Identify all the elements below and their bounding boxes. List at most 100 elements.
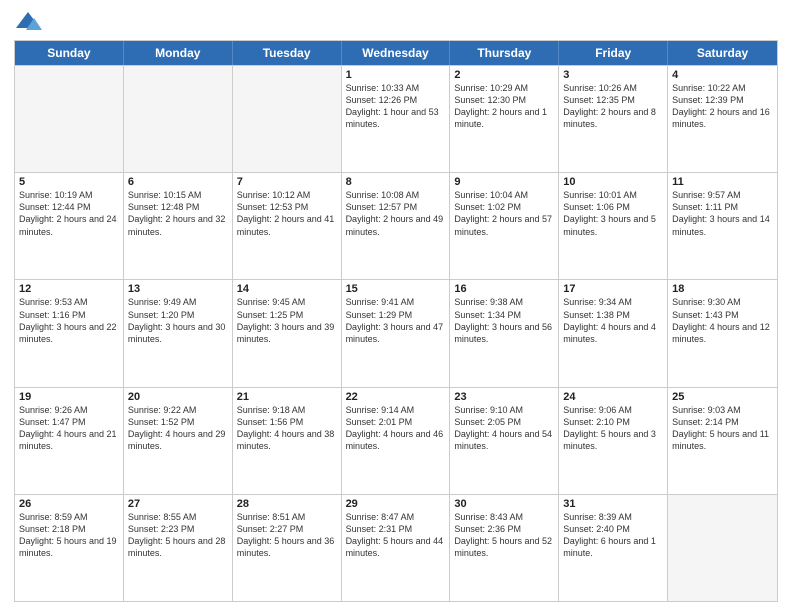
calendar-cell: 28Sunrise: 8:51 AM Sunset: 2:27 PM Dayli… — [233, 495, 342, 601]
calendar-cell: 31Sunrise: 8:39 AM Sunset: 2:40 PM Dayli… — [559, 495, 668, 601]
day-number: 12 — [19, 283, 119, 295]
day-number: 26 — [19, 498, 119, 510]
calendar-cell: 8Sunrise: 10:08 AM Sunset: 12:57 PM Dayl… — [342, 173, 451, 279]
day-info: Sunrise: 9:14 AM Sunset: 2:01 PM Dayligh… — [346, 404, 446, 453]
logo — [14, 10, 44, 32]
calendar-cell: 15Sunrise: 9:41 AM Sunset: 1:29 PM Dayli… — [342, 280, 451, 386]
day-number: 11 — [672, 176, 773, 188]
day-info: Sunrise: 9:34 AM Sunset: 1:38 PM Dayligh… — [563, 296, 663, 345]
day-info: Sunrise: 8:39 AM Sunset: 2:40 PM Dayligh… — [563, 511, 663, 560]
day-number: 16 — [454, 283, 554, 295]
day-info: Sunrise: 9:38 AM Sunset: 1:34 PM Dayligh… — [454, 296, 554, 345]
calendar-cell: 23Sunrise: 9:10 AM Sunset: 2:05 PM Dayli… — [450, 388, 559, 494]
calendar-cell: 21Sunrise: 9:18 AM Sunset: 1:56 PM Dayli… — [233, 388, 342, 494]
header — [14, 10, 778, 32]
calendar-cell: 13Sunrise: 9:49 AM Sunset: 1:20 PM Dayli… — [124, 280, 233, 386]
day-number: 6 — [128, 176, 228, 188]
day-number: 4 — [672, 69, 773, 81]
weekday-header: Friday — [559, 41, 668, 65]
day-number: 10 — [563, 176, 663, 188]
day-info: Sunrise: 9:57 AM Sunset: 1:11 PM Dayligh… — [672, 189, 773, 238]
calendar-cell: 1Sunrise: 10:33 AM Sunset: 12:26 PM Dayl… — [342, 66, 451, 172]
calendar-cell: 18Sunrise: 9:30 AM Sunset: 1:43 PM Dayli… — [668, 280, 777, 386]
day-info: Sunrise: 9:22 AM Sunset: 1:52 PM Dayligh… — [128, 404, 228, 453]
calendar-cell: 26Sunrise: 8:59 AM Sunset: 2:18 PM Dayli… — [15, 495, 124, 601]
calendar-cell — [15, 66, 124, 172]
day-info: Sunrise: 10:12 AM Sunset: 12:53 PM Dayli… — [237, 189, 337, 238]
day-info: Sunrise: 9:10 AM Sunset: 2:05 PM Dayligh… — [454, 404, 554, 453]
day-info: Sunrise: 10:33 AM Sunset: 12:26 PM Dayli… — [346, 82, 446, 131]
calendar-cell: 20Sunrise: 9:22 AM Sunset: 1:52 PM Dayli… — [124, 388, 233, 494]
calendar-row: 12Sunrise: 9:53 AM Sunset: 1:16 PM Dayli… — [15, 279, 777, 386]
calendar-cell: 6Sunrise: 10:15 AM Sunset: 12:48 PM Dayl… — [124, 173, 233, 279]
weekday-header: Tuesday — [233, 41, 342, 65]
day-number: 22 — [346, 391, 446, 403]
day-number: 18 — [672, 283, 773, 295]
day-number: 27 — [128, 498, 228, 510]
day-info: Sunrise: 9:41 AM Sunset: 1:29 PM Dayligh… — [346, 296, 446, 345]
day-number: 24 — [563, 391, 663, 403]
logo-icon — [14, 10, 42, 32]
weekday-header: Thursday — [450, 41, 559, 65]
day-number: 15 — [346, 283, 446, 295]
calendar-cell: 29Sunrise: 8:47 AM Sunset: 2:31 PM Dayli… — [342, 495, 451, 601]
calendar-cell: 19Sunrise: 9:26 AM Sunset: 1:47 PM Dayli… — [15, 388, 124, 494]
calendar-cell: 24Sunrise: 9:06 AM Sunset: 2:10 PM Dayli… — [559, 388, 668, 494]
day-info: Sunrise: 8:43 AM Sunset: 2:36 PM Dayligh… — [454, 511, 554, 560]
calendar-cell — [233, 66, 342, 172]
calendar-cell: 17Sunrise: 9:34 AM Sunset: 1:38 PM Dayli… — [559, 280, 668, 386]
calendar-cell: 12Sunrise: 9:53 AM Sunset: 1:16 PM Dayli… — [15, 280, 124, 386]
day-number: 8 — [346, 176, 446, 188]
calendar-row: 1Sunrise: 10:33 AM Sunset: 12:26 PM Dayl… — [15, 65, 777, 172]
day-number: 30 — [454, 498, 554, 510]
calendar-cell: 11Sunrise: 9:57 AM Sunset: 1:11 PM Dayli… — [668, 173, 777, 279]
day-number: 17 — [563, 283, 663, 295]
day-number: 13 — [128, 283, 228, 295]
day-info: Sunrise: 10:26 AM Sunset: 12:35 PM Dayli… — [563, 82, 663, 131]
day-number: 31 — [563, 498, 663, 510]
day-number: 29 — [346, 498, 446, 510]
day-info: Sunrise: 8:59 AM Sunset: 2:18 PM Dayligh… — [19, 511, 119, 560]
calendar-row: 26Sunrise: 8:59 AM Sunset: 2:18 PM Dayli… — [15, 494, 777, 601]
calendar-row: 5Sunrise: 10:19 AM Sunset: 12:44 PM Dayl… — [15, 172, 777, 279]
calendar-cell: 22Sunrise: 9:14 AM Sunset: 2:01 PM Dayli… — [342, 388, 451, 494]
weekday-header: Wednesday — [342, 41, 451, 65]
day-number: 19 — [19, 391, 119, 403]
day-info: Sunrise: 8:51 AM Sunset: 2:27 PM Dayligh… — [237, 511, 337, 560]
day-info: Sunrise: 8:55 AM Sunset: 2:23 PM Dayligh… — [128, 511, 228, 560]
weekday-header: Saturday — [668, 41, 777, 65]
day-info: Sunrise: 8:47 AM Sunset: 2:31 PM Dayligh… — [346, 511, 446, 560]
weekday-header: Sunday — [15, 41, 124, 65]
day-info: Sunrise: 9:06 AM Sunset: 2:10 PM Dayligh… — [563, 404, 663, 453]
day-info: Sunrise: 9:45 AM Sunset: 1:25 PM Dayligh… — [237, 296, 337, 345]
calendar-cell: 9Sunrise: 10:04 AM Sunset: 1:02 PM Dayli… — [450, 173, 559, 279]
calendar-cell: 25Sunrise: 9:03 AM Sunset: 2:14 PM Dayli… — [668, 388, 777, 494]
day-number: 2 — [454, 69, 554, 81]
day-info: Sunrise: 9:26 AM Sunset: 1:47 PM Dayligh… — [19, 404, 119, 453]
calendar-header: SundayMondayTuesdayWednesdayThursdayFrid… — [15, 41, 777, 65]
day-info: Sunrise: 9:30 AM Sunset: 1:43 PM Dayligh… — [672, 296, 773, 345]
day-info: Sunrise: 10:22 AM Sunset: 12:39 PM Dayli… — [672, 82, 773, 131]
day-info: Sunrise: 10:04 AM Sunset: 1:02 PM Daylig… — [454, 189, 554, 238]
day-info: Sunrise: 9:49 AM Sunset: 1:20 PM Dayligh… — [128, 296, 228, 345]
calendar-cell: 30Sunrise: 8:43 AM Sunset: 2:36 PM Dayli… — [450, 495, 559, 601]
day-info: Sunrise: 10:15 AM Sunset: 12:48 PM Dayli… — [128, 189, 228, 238]
day-number: 9 — [454, 176, 554, 188]
calendar-cell: 16Sunrise: 9:38 AM Sunset: 1:34 PM Dayli… — [450, 280, 559, 386]
calendar-cell: 10Sunrise: 10:01 AM Sunset: 1:06 PM Dayl… — [559, 173, 668, 279]
calendar-body: 1Sunrise: 10:33 AM Sunset: 12:26 PM Dayl… — [15, 65, 777, 601]
day-number: 5 — [19, 176, 119, 188]
calendar-cell: 4Sunrise: 10:22 AM Sunset: 12:39 PM Dayl… — [668, 66, 777, 172]
day-info: Sunrise: 9:03 AM Sunset: 2:14 PM Dayligh… — [672, 404, 773, 453]
calendar-cell — [668, 495, 777, 601]
day-number: 1 — [346, 69, 446, 81]
day-number: 7 — [237, 176, 337, 188]
day-info: Sunrise: 10:29 AM Sunset: 12:30 PM Dayli… — [454, 82, 554, 131]
calendar-cell: 27Sunrise: 8:55 AM Sunset: 2:23 PM Dayli… — [124, 495, 233, 601]
day-info: Sunrise: 9:53 AM Sunset: 1:16 PM Dayligh… — [19, 296, 119, 345]
day-number: 28 — [237, 498, 337, 510]
calendar-cell: 2Sunrise: 10:29 AM Sunset: 12:30 PM Dayl… — [450, 66, 559, 172]
calendar-row: 19Sunrise: 9:26 AM Sunset: 1:47 PM Dayli… — [15, 387, 777, 494]
calendar-cell — [124, 66, 233, 172]
calendar-cell: 14Sunrise: 9:45 AM Sunset: 1:25 PM Dayli… — [233, 280, 342, 386]
